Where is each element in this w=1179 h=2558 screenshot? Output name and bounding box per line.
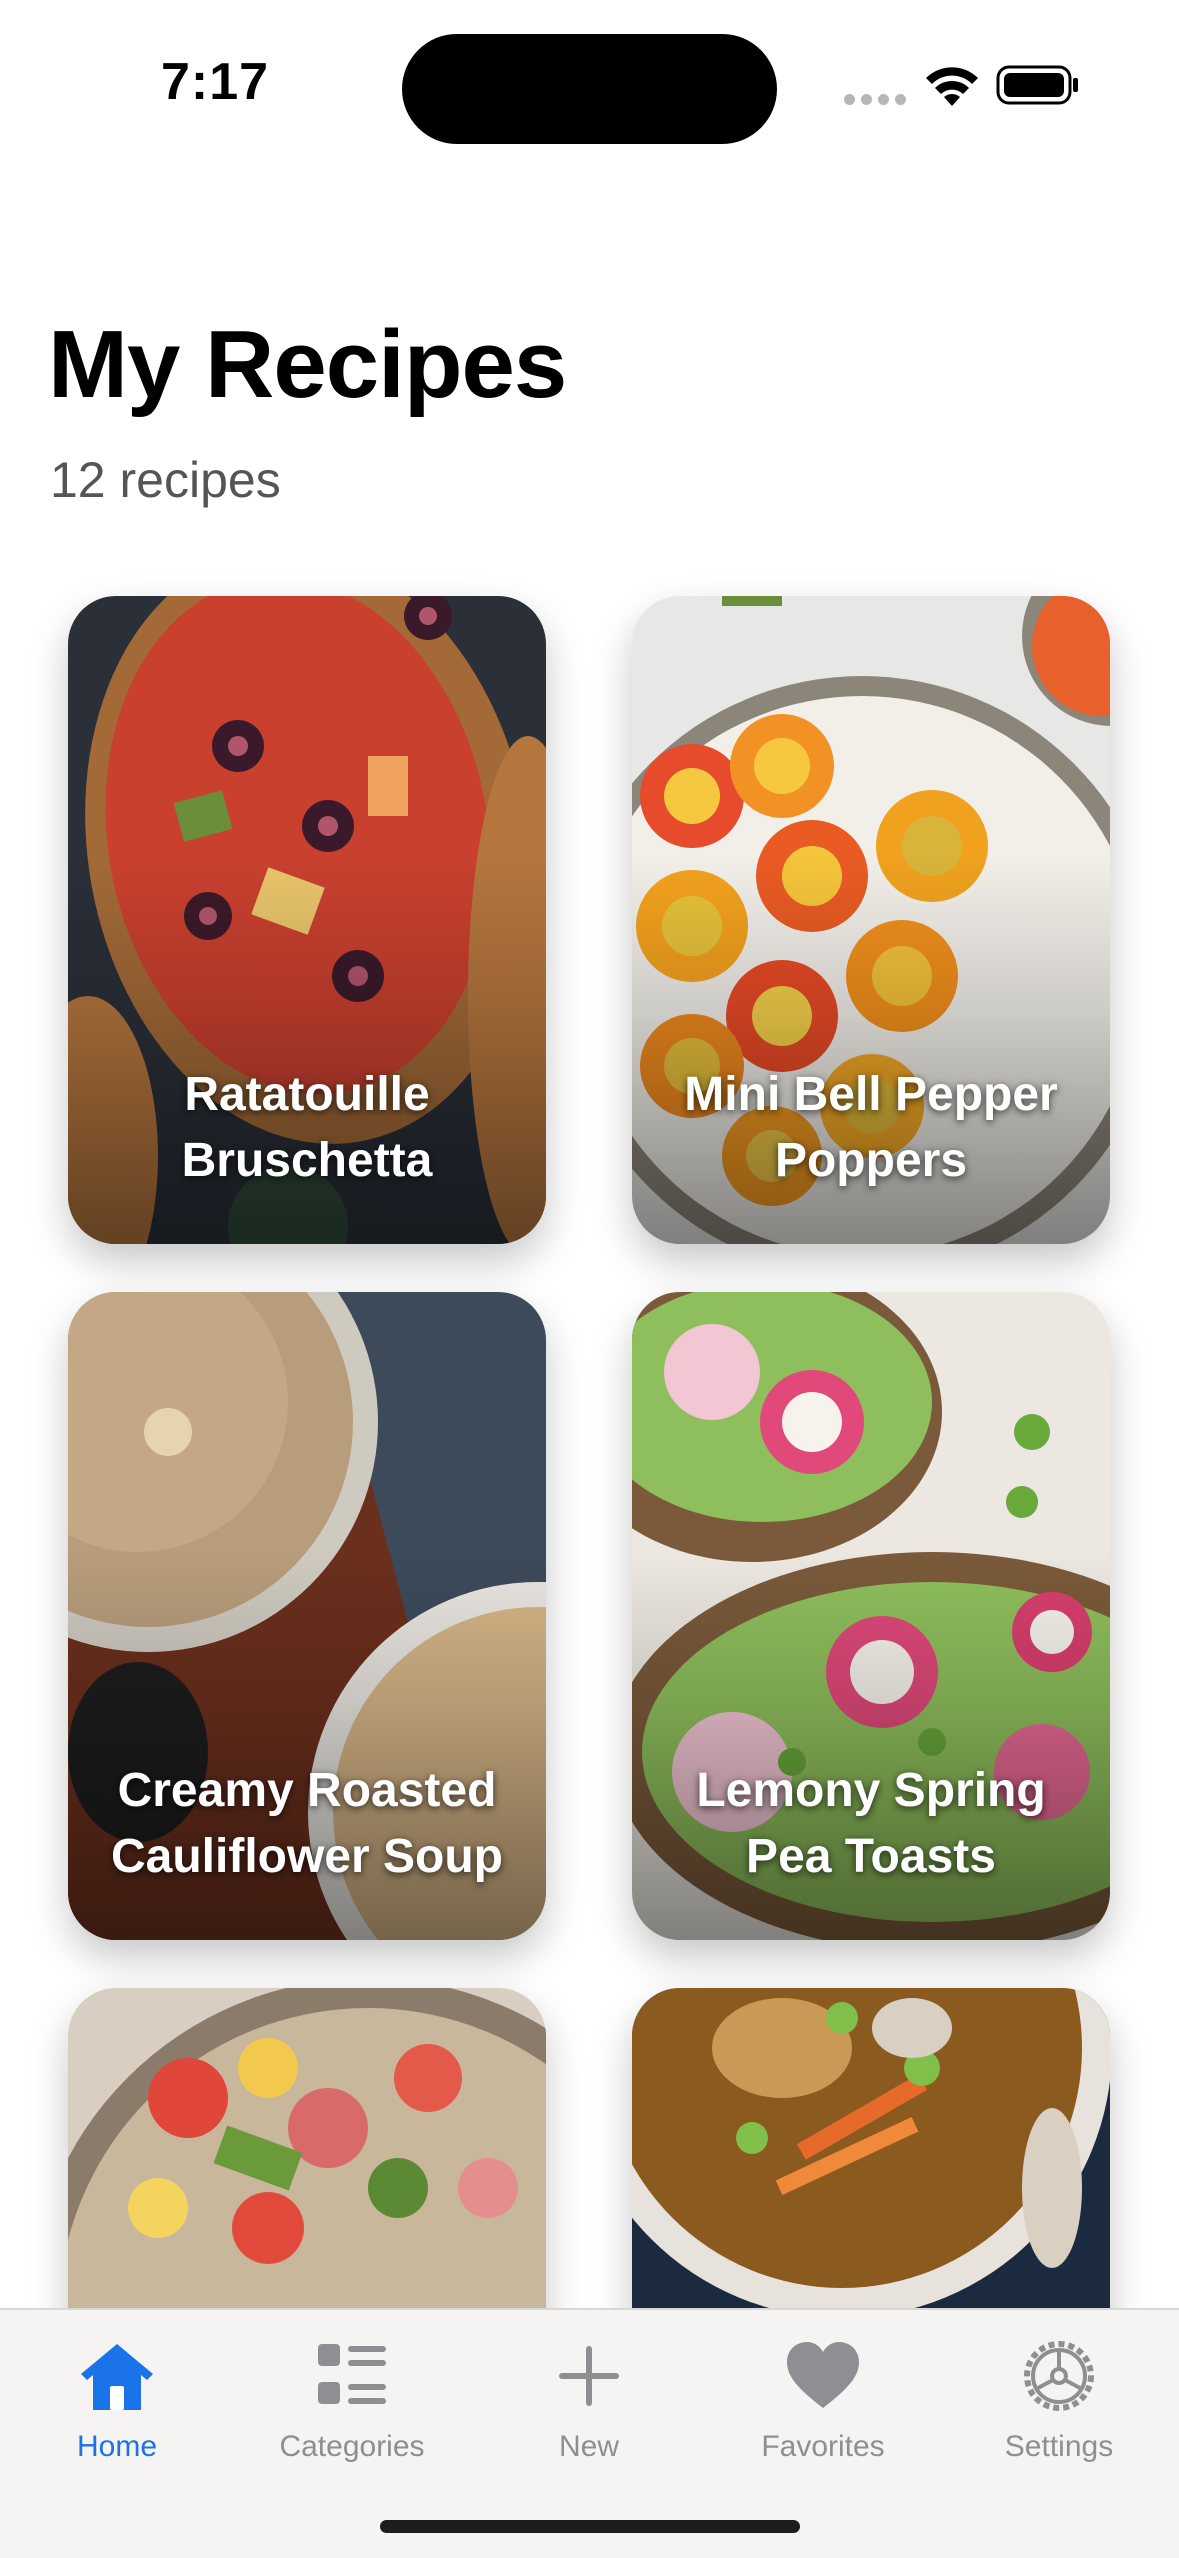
gear-icon — [1024, 2341, 1094, 2411]
recipe-card[interactable]: Lemony Spring Pea Toasts — [632, 1292, 1110, 1940]
recipe-photo — [632, 1988, 1110, 2310]
plus-icon — [559, 2346, 619, 2406]
recipe-card[interactable]: Mini Bell Pepper Poppers — [632, 596, 1110, 1244]
house-icon — [81, 2344, 153, 2410]
recipe-title: Mini Bell Pepper Poppers — [684, 1068, 1058, 1187]
heart-icon — [787, 2342, 859, 2408]
tab-label: New — [558, 2430, 619, 2463]
recipe-card[interactable]: Ratatouille Bruschetta — [68, 596, 546, 1244]
list-icon — [318, 2344, 386, 2404]
tab-favorites[interactable]: Favorites — [723, 2326, 923, 2486]
home-indicator[interactable] — [380, 2520, 800, 2533]
recipe-photo — [68, 1988, 546, 2310]
recipe-card[interactable] — [68, 1988, 546, 2310]
recipe-card[interactable] — [632, 1988, 1110, 2310]
recipe-grid: Ratatouille Bruschetta Mini Bell Pepper — [0, 0, 1179, 2310]
tab-settings[interactable]: Settings — [959, 2326, 1159, 2486]
tab-home[interactable]: Home — [17, 2326, 217, 2486]
tab-label: Settings — [1004, 2430, 1114, 2463]
recipe-title: Lemony Spring Pea Toasts — [696, 1764, 1046, 1883]
tab-label: Home — [76, 2430, 158, 2463]
tab-label: Favorites — [761, 2430, 885, 2463]
recipe-title: Ratatouille Bruschetta — [181, 1068, 433, 1187]
tab-label: Categories — [279, 2430, 425, 2463]
tab-new[interactable]: New — [489, 2326, 689, 2486]
tab-categories[interactable]: Categories — [252, 2326, 452, 2486]
recipe-title: Creamy Roasted Cauliflower Soup — [110, 1764, 503, 1883]
recipe-card[interactable]: Creamy Roasted Cauliflower Soup — [68, 1292, 546, 1940]
